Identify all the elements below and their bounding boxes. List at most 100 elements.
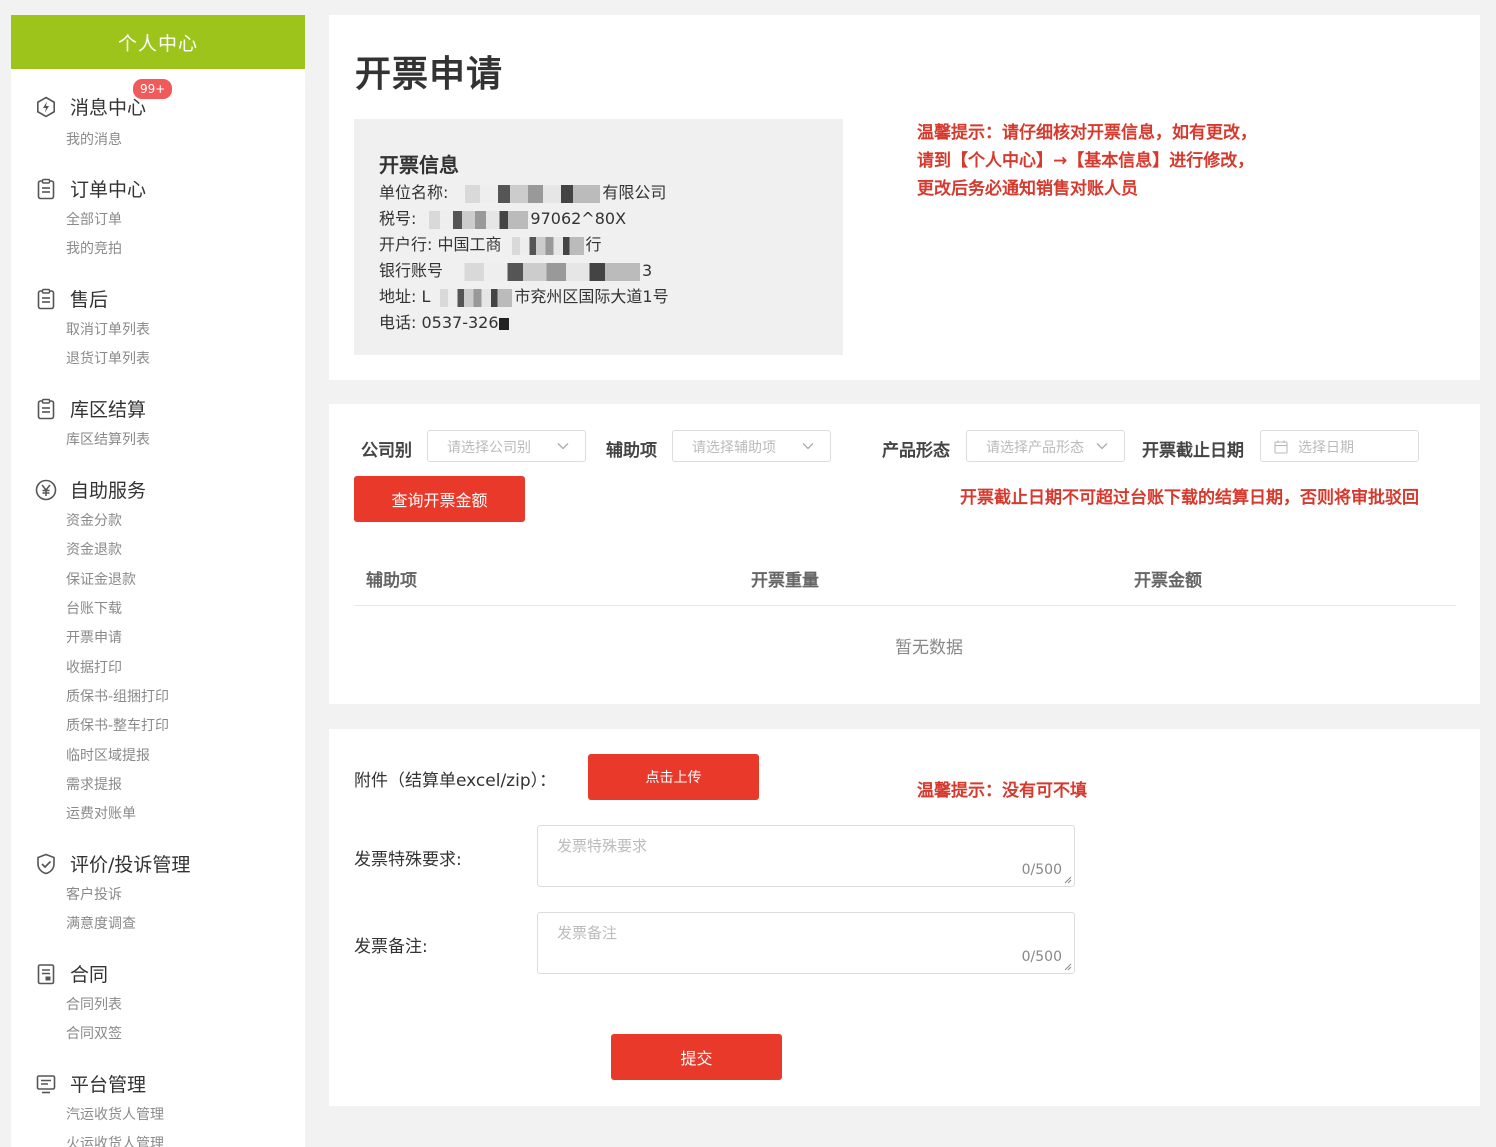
product-form-select-placeholder: 请选择产品形态 [986, 440, 1084, 456]
sidebar-item-fund-refund[interactable]: 资金退款 [66, 539, 122, 559]
sidebar-item-return-orders[interactable]: 退货订单列表 [66, 348, 150, 368]
sidebar-group-title[interactable]: 订单中心 [11, 171, 305, 207]
sidebar-item-truck-consignee[interactable]: 汽运收货人管理 [66, 1104, 164, 1124]
sidebar-item-invoice-application[interactable]: 开票申请 [66, 627, 122, 647]
sidebar-item-my-messages[interactable]: 我的消息 [66, 129, 122, 149]
bank-label: 开户行: [379, 235, 433, 254]
sidebar-item-fund-allocation[interactable]: 资金分款 [66, 510, 122, 530]
sidebar-item-ledger-download[interactable]: 台账下载 [66, 598, 122, 618]
char-counter: 0/500 [1021, 949, 1062, 965]
deadline-date-picker[interactable]: 选择日期 [1260, 430, 1419, 462]
bank-value: 中国工商 [437, 235, 502, 254]
document-icon [37, 964, 55, 985]
sidebar-item-all-orders[interactable]: 全部订单 [66, 209, 122, 229]
product-form-select[interactable]: 请选择产品形态 [966, 430, 1125, 462]
resize-grip-icon[interactable] [1064, 876, 1072, 884]
upload-card: 附件（结算单excel/zip）： 点击上传 温馨提示：没有可不填 发票特殊要求… [329, 729, 1480, 1106]
redacted-mosaic [503, 236, 584, 255]
sidebar-item-cancelled-orders[interactable]: 取消订单列表 [66, 319, 150, 339]
deadline-warning: 开票截止日期不可超过台账下载的结算日期，否则将审批驳回 [960, 488, 1419, 508]
sidebar-item-warranty-vehicle-print[interactable]: 质保书-整车打印 [66, 715, 169, 735]
address-prefix: L [421, 287, 431, 306]
company-name-line: 单位名称: 有限公司 [379, 179, 666, 203]
sidebar-group-orders: 订单中心 全部订单 我的竞拍 [11, 171, 305, 257]
submit-button[interactable]: 提交 [611, 1034, 782, 1080]
special-requirements-textarea[interactable]: 发票特殊要求 0/500 [537, 825, 1075, 887]
sidebar-item-deposit-refund[interactable]: 保证金退款 [66, 569, 136, 589]
address-label: 地址: [379, 287, 417, 306]
redacted-mosaic [445, 262, 641, 281]
deadline-placeholder: 选择日期 [1298, 440, 1354, 456]
page-title: 开票申请 [355, 54, 504, 95]
remark-textarea[interactable]: 发票备注 0/500 [537, 912, 1075, 974]
redacted-mosaic [418, 210, 529, 229]
sidebar-group-complaints: 评价/投诉管理 客户投诉 满意度调查 [11, 846, 305, 932]
redacted-mosaic [432, 288, 513, 307]
account-label: 银行账号 [379, 261, 444, 280]
sidebar-group-platform: 平台管理 汽运收货人管理 火运收货人管理 [11, 1066, 305, 1147]
deadline-filter-label: 开票截止日期 [1142, 441, 1244, 461]
sidebar-item-freight-statement[interactable]: 运费对账单 [66, 803, 136, 823]
sidebar-item-receipt-print[interactable]: 收据打印 [66, 657, 122, 677]
company-name-label: 单位名称: [379, 183, 449, 202]
clipboard-icon [37, 398, 55, 420]
sidebar-group-title[interactable]: 自助服务 [11, 472, 305, 508]
sidebar-item-settlement-list[interactable]: 库区结算列表 [66, 429, 150, 449]
sidebar-item-rail-consignee[interactable]: 火运收货人管理 [66, 1133, 164, 1147]
sidebar-group-after-sales: 售后 取消订单列表 退货订单列表 [11, 281, 305, 367]
sidebar-group-messages: 消息中心 99+ 我的消息 [11, 78, 305, 148]
monitor-icon [36, 1075, 56, 1094]
redacted-mosaic [498, 317, 509, 330]
company-select[interactable]: 请选择公司别 [427, 430, 586, 462]
column-header-weight: 开票重量 [751, 571, 819, 591]
sidebar-item-my-auctions[interactable]: 我的竞拍 [66, 238, 122, 258]
calendar-icon [1274, 440, 1288, 454]
bolt-circle-icon [37, 96, 55, 118]
sidebar-group-title[interactable]: 库区结算 [11, 391, 305, 427]
query-card: 公司别 请选择公司别 辅助项 请选择辅助项 产品形态 请选择产品形态 开票截止日… [329, 404, 1480, 704]
chevron-down-icon [1096, 443, 1108, 450]
invoice-info-title: 开票信息 [379, 153, 459, 177]
sidebar-item-warranty-bundle-print[interactable]: 质保书-组捆打印 [66, 686, 169, 706]
sidebar-group-title[interactable]: 售后 [11, 281, 305, 317]
auxiliary-select[interactable]: 请选择辅助项 [672, 430, 831, 462]
sidebar-group-title[interactable]: 评价/投诉管理 [11, 846, 305, 882]
sidebar-header: 个人中心 [11, 15, 305, 69]
company-name-value: 有限公司 [602, 183, 667, 202]
clipboard-icon [37, 288, 55, 310]
tax-id-label: 税号: [379, 209, 417, 228]
sidebar-item-contract-list[interactable]: 合同列表 [66, 994, 122, 1014]
sidebar-group-label: 合同 [70, 964, 109, 986]
sidebar-group-title[interactable]: 合同 [11, 956, 305, 992]
unread-badge: 99+ [132, 78, 174, 100]
product-form-filter-label: 产品形态 [882, 441, 950, 461]
bank-suffix: 行 [585, 235, 602, 254]
sidebar-item-satisfaction-survey[interactable]: 满意度调查 [66, 913, 136, 933]
sidebar-item-demand-report[interactable]: 需求提报 [66, 774, 122, 794]
tip-line: 请到【个人中心】→【基本信息】进行修改， [917, 151, 1255, 171]
sidebar-item-temp-area-report[interactable]: 临时区域提报 [66, 745, 150, 765]
invoice-info-box: 开票信息 单位名称: 有限公司 税号: 97062^80X 开户行: 中国工商 行 银… [354, 119, 843, 355]
sidebar-group-label: 评价/投诉管理 [70, 854, 191, 876]
query-amount-button[interactable]: 查询开票金额 [354, 476, 525, 522]
redacted-mosaic [450, 184, 601, 203]
resize-grip-icon[interactable] [1064, 963, 1072, 971]
tax-id-line: 税号: 97062^80X [379, 205, 626, 229]
sidebar-group-warehouse-settlement: 库区结算 库区结算列表 [11, 391, 305, 448]
invoice-info-tip: 温馨提示：请仔细核对开票信息，如有更改， 请到【个人中心】→【基本信息】进行修改… [917, 119, 1257, 203]
remark-label: 发票备注: [354, 937, 428, 957]
sidebar-group-title[interactable]: 平台管理 [11, 1066, 305, 1102]
phone-value: 0537-326 [421, 313, 499, 332]
sidebar-group-label: 自助服务 [70, 480, 147, 502]
sidebar-group-label: 售后 [70, 289, 109, 311]
sidebar-item-customer-complaints[interactable]: 客户投诉 [66, 884, 122, 904]
address-line: 地址: L 市兖州区国际大道1号 [379, 283, 669, 307]
sidebar-item-contract-cosign[interactable]: 合同双签 [66, 1023, 122, 1043]
chevron-down-icon [802, 443, 814, 450]
attachment-label: 附件（结算单excel/zip）： [354, 771, 557, 791]
upload-button[interactable]: 点击上传 [588, 754, 759, 800]
address-value: 市兖州区国际大道1号 [514, 287, 669, 306]
sidebar-group-title[interactable]: 消息中心 99+ [11, 78, 305, 125]
yen-circle-icon [35, 479, 57, 501]
company-select-placeholder: 请选择公司别 [447, 440, 531, 456]
